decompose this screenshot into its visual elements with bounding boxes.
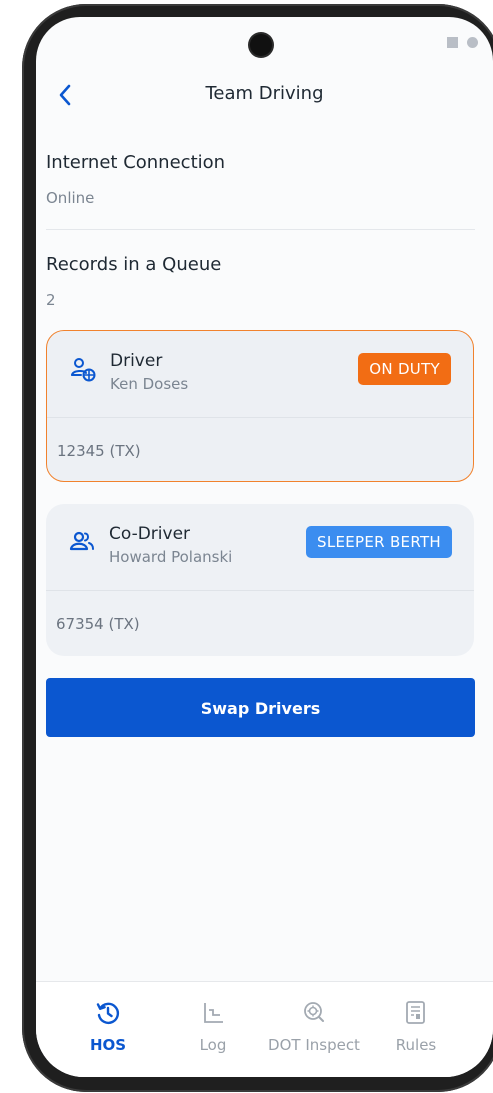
co-driver-name: Howard Polanski xyxy=(109,548,233,566)
nav-label-dot-inspect: DOT Inspect xyxy=(268,1036,360,1054)
internet-connection-section: Internet Connection Online xyxy=(46,152,475,207)
inspect-search-icon xyxy=(304,1002,324,1022)
history-clock-icon xyxy=(96,1002,120,1025)
driver-user-icon xyxy=(71,358,96,382)
driver-status-badge: ON DUTY xyxy=(358,353,451,385)
co-driver-users-icon xyxy=(69,531,94,551)
driver-license-id: 12345 (TX) xyxy=(57,442,141,460)
nav-tab-hos[interactable]: HOS xyxy=(53,982,163,1077)
driver-card-header: Driver Ken Doses ON DUTY xyxy=(47,331,473,417)
page-header: Team Driving xyxy=(36,77,493,117)
nav-label-log: Log xyxy=(199,1036,227,1054)
internet-connection-value: Online xyxy=(46,189,95,207)
rules-document-icon xyxy=(406,1001,425,1024)
co-driver-license-id: 67354 (TX) xyxy=(56,615,140,633)
co-driver-card[interactable]: Co-Driver Howard Polanski SLEEPER BERTH … xyxy=(46,504,474,656)
status-icons xyxy=(447,37,493,48)
bottom-navigation: HOS Log DOT Inspect Rules xyxy=(36,981,493,1077)
driver-role-label: Driver xyxy=(110,351,163,371)
log-chart-icon xyxy=(204,1003,223,1023)
co-driver-card-header: Co-Driver Howard Polanski SLEEPER BERTH xyxy=(46,504,474,590)
driver-name: Ken Doses xyxy=(110,375,189,393)
co-driver-status-badge: SLEEPER BERTH xyxy=(306,526,452,558)
page-title: Team Driving xyxy=(205,83,324,104)
driver-card[interactable]: Driver Ken Doses ON DUTY 12345 (TX) xyxy=(46,330,474,482)
signal-triangle-icon xyxy=(487,37,493,48)
app-screen: Team Driving Internet Connection Online … xyxy=(36,17,493,1077)
notification-circle-icon xyxy=(467,37,478,48)
nav-label-hos: HOS xyxy=(89,1036,127,1054)
status-bar xyxy=(36,17,493,67)
notification-square-icon xyxy=(447,37,458,48)
swap-drivers-button[interactable]: Swap Drivers xyxy=(46,678,475,737)
nav-tab-dot-inspect[interactable]: DOT Inspect xyxy=(259,982,369,1077)
nav-tab-log[interactable]: Log xyxy=(158,982,268,1077)
co-driver-role-label: Co-Driver xyxy=(109,524,191,544)
records-queue-section: Records in a Queue 2 xyxy=(46,254,475,309)
section-divider xyxy=(46,229,475,230)
front-camera xyxy=(250,34,272,56)
records-queue-value: 2 xyxy=(46,291,56,309)
card-divider xyxy=(46,590,474,591)
nav-tab-rules[interactable]: Rules xyxy=(361,982,471,1077)
nav-label-rules: Rules xyxy=(395,1036,437,1054)
records-queue-label: Records in a Queue xyxy=(46,254,222,275)
card-divider xyxy=(47,417,473,418)
internet-connection-label: Internet Connection xyxy=(46,152,226,173)
